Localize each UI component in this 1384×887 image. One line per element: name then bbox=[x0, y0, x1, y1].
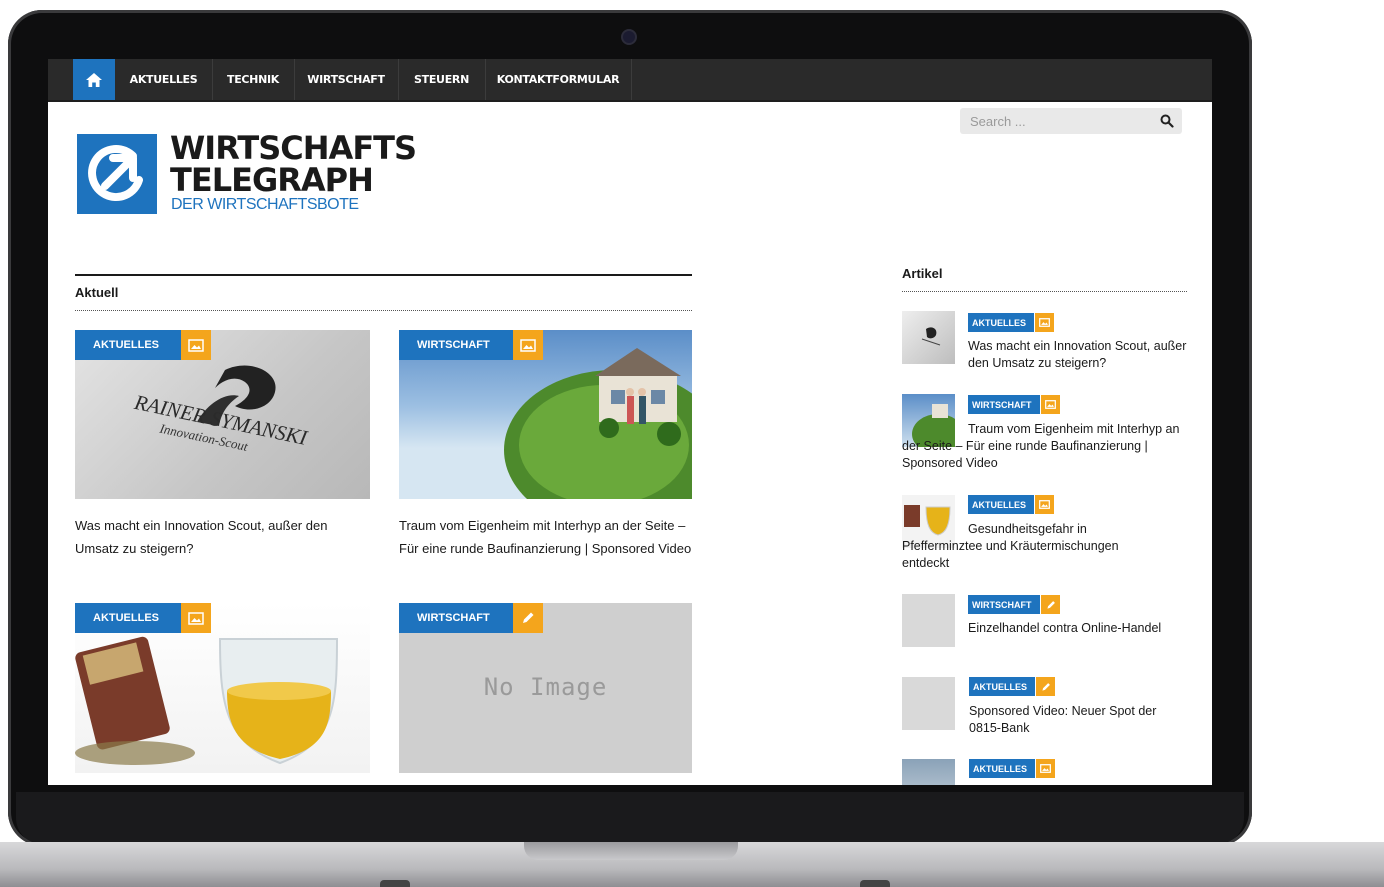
nav-item-aktuelles[interactable]: AKTUELLES bbox=[115, 59, 213, 100]
article-title[interactable]: Was macht ein Innovation Scout, außer de… bbox=[75, 514, 370, 560]
no-image-label: No Image bbox=[483, 673, 608, 701]
section-title: Aktuell bbox=[75, 285, 119, 300]
sidebar-thumbnail-placeholder[interactable] bbox=[902, 594, 955, 647]
sidebar-thumbnail-placeholder[interactable] bbox=[902, 677, 955, 730]
sidebar-article-title[interactable]: Einzelhandel contra Online-Handel bbox=[968, 620, 1168, 637]
post-type-badge bbox=[1041, 395, 1060, 414]
logo-mark[interactable] bbox=[77, 134, 157, 214]
sidebar-thumbnail[interactable] bbox=[902, 311, 955, 364]
logo-tagline: DER WIRTSCHAFTSBOTE bbox=[171, 196, 359, 213]
section-divider bbox=[75, 310, 692, 311]
post-type-badge bbox=[1035, 495, 1054, 514]
sidebar-article-title[interactable]: Was macht ein Innovation Scout, außer de… bbox=[968, 338, 1190, 372]
nav-item-steuern[interactable]: STEUERN bbox=[398, 59, 486, 100]
image-icon bbox=[1045, 400, 1056, 409]
sidebar-article-title[interactable]: Gesundheitsgefahr in Pfefferminztee und … bbox=[902, 521, 1132, 572]
nav-item-kontaktformular[interactable]: KONTAKTFORMULAR bbox=[485, 59, 632, 100]
sidebar-title: Artikel bbox=[902, 266, 943, 281]
search-input[interactable] bbox=[960, 108, 1150, 134]
sidebar-category-badge[interactable]: WIRTSCHAFT bbox=[968, 395, 1040, 414]
nav-item-technik[interactable]: TECHNIK bbox=[212, 59, 295, 100]
category-badge[interactable]: WIRTSCHAFT bbox=[399, 603, 513, 633]
category-badge[interactable]: WIRTSCHAFT bbox=[399, 330, 513, 360]
image-icon bbox=[1040, 764, 1051, 773]
laptop-foot-left bbox=[380, 880, 410, 887]
search-box bbox=[960, 108, 1182, 134]
sidebar-category-badge[interactable]: AKTUELLES bbox=[969, 677, 1035, 696]
post-type-badge bbox=[513, 603, 543, 633]
camera-dot bbox=[623, 31, 635, 43]
sidebar-thumbnail[interactable] bbox=[902, 759, 955, 785]
sidebar-divider bbox=[902, 291, 1187, 292]
main-navigation: AKTUELLES TECHNIK WIRTSCHAFT STEUERN KON… bbox=[48, 59, 1212, 102]
sidebar-article-title[interactable]: Traum vom Eigenheim mit Interhyp an der … bbox=[902, 421, 1190, 472]
category-badge[interactable]: AKTUELLES bbox=[75, 603, 181, 633]
nav-item-wirtschaft[interactable]: WIRTSCHAFT bbox=[294, 59, 399, 100]
post-type-badge bbox=[513, 330, 543, 360]
article-title[interactable]: Traum vom Eigenheim mit Interhyp an der … bbox=[399, 514, 694, 560]
pencil-icon bbox=[1046, 600, 1055, 609]
sidebar-category-badge[interactable]: AKTUELLES bbox=[968, 495, 1034, 514]
sidebar-category-badge[interactable]: AKTUELLES bbox=[968, 313, 1034, 332]
home-icon bbox=[86, 72, 102, 87]
post-type-badge bbox=[1041, 595, 1060, 614]
image-icon bbox=[1039, 318, 1050, 327]
image-icon bbox=[1039, 500, 1050, 509]
laptop-foot-right bbox=[860, 880, 890, 887]
post-type-badge bbox=[1035, 313, 1054, 332]
post-type-badge bbox=[1036, 759, 1055, 778]
laptop-notch bbox=[524, 842, 738, 860]
category-badge[interactable]: AKTUELLES bbox=[75, 330, 181, 360]
nav-home-button[interactable] bbox=[73, 59, 115, 100]
arrow-circle-icon bbox=[88, 145, 143, 201]
sidebar-category-badge[interactable]: WIRTSCHAFT bbox=[968, 595, 1040, 614]
sidebar-category-badge[interactable]: AKTUELLES bbox=[969, 759, 1035, 778]
logo-title-line1[interactable]: WIRTSCHAFTS bbox=[170, 131, 417, 165]
post-type-badge bbox=[181, 603, 211, 633]
pencil-icon bbox=[523, 612, 534, 623]
search-icon[interactable] bbox=[1160, 114, 1174, 128]
laptop-bezel-bottom bbox=[16, 792, 1244, 844]
image-icon bbox=[188, 338, 204, 352]
image-icon bbox=[520, 338, 536, 352]
website-screen: AKTUELLES TECHNIK WIRTSCHAFT STEUERN KON… bbox=[48, 59, 1212, 785]
sidebar-article-title[interactable]: Sponsored Video: Neuer Spot der 0815-Ban… bbox=[969, 703, 1189, 737]
pencil-icon bbox=[1041, 682, 1050, 691]
logo-title-line2[interactable]: TELEGRAPH bbox=[170, 163, 374, 197]
image-icon bbox=[188, 611, 204, 625]
post-type-badge bbox=[1036, 677, 1055, 696]
post-type-badge bbox=[181, 330, 211, 360]
section-rule bbox=[75, 274, 692, 276]
